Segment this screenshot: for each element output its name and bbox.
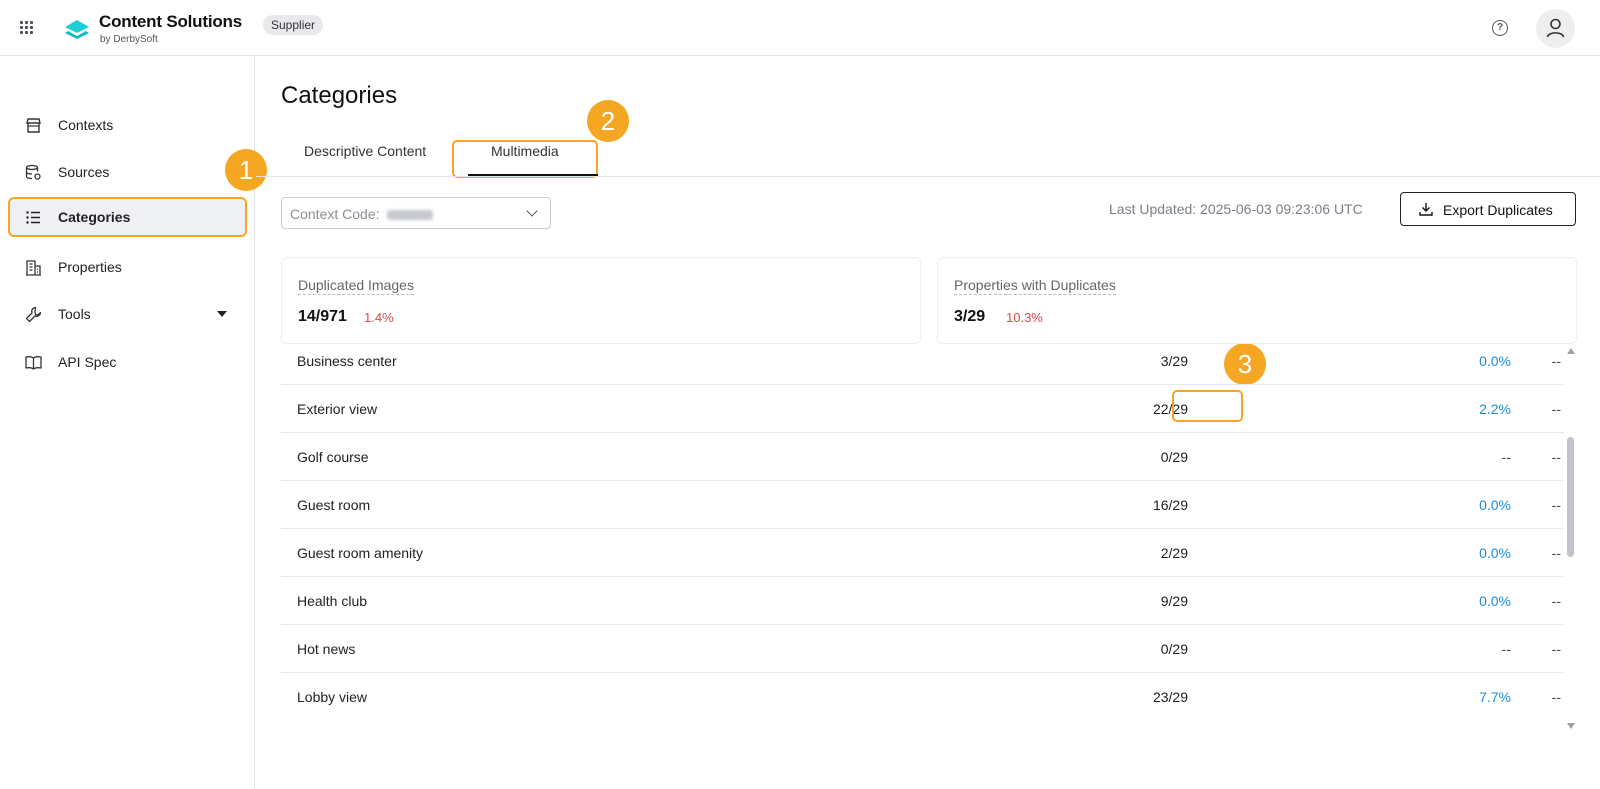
category-last-value: -- [1551, 689, 1561, 705]
category-name: Golf course [297, 449, 369, 465]
category-last-value: -- [1551, 401, 1561, 417]
content-solutions-logo-icon [65, 20, 89, 39]
context-code-label: Context Code: [290, 206, 380, 222]
stat-percent: 10.3% [1006, 310, 1043, 325]
tabs-divider [256, 176, 1600, 177]
category-ratio: 0/29 [1160, 449, 1188, 465]
table-row: Lobby view 23/29 7.7% -- [281, 673, 1564, 720]
wrench-icon [25, 306, 42, 323]
book-icon [25, 356, 42, 370]
category-ratio: 9/29 [1160, 593, 1188, 609]
context-code-value-redacted [387, 210, 434, 221]
category-last-value: -- [1551, 545, 1561, 561]
apps-grid-icon[interactable] [20, 21, 34, 35]
sidebar-item-api-spec[interactable]: API Spec [8, 342, 247, 382]
brand-subtitle: by DerbySoft [100, 34, 158, 45]
last-updated-text: Last Updated: 2025-06-03 09:23:06 UTC [1109, 201, 1363, 217]
table-row: Guest room 16/29 0.0% -- [281, 481, 1564, 529]
list-icon [26, 211, 40, 224]
category-ratio: 2/29 [1160, 545, 1188, 561]
user-avatar[interactable] [1536, 9, 1575, 48]
export-duplicates-label: Export Duplicates [1443, 202, 1553, 218]
category-name: Health club [297, 593, 368, 609]
sidebar-item-label: Contexts [58, 117, 114, 133]
category-name: Guest room amenity [297, 545, 424, 561]
download-icon [1419, 203, 1433, 216]
category-last-value: -- [1551, 593, 1561, 609]
duplicate-percent-empty: -- [1501, 449, 1511, 465]
category-last-value: -- [1551, 353, 1561, 369]
top-bar: Content Solutions by DerbySoft Supplier … [0, 0, 1600, 56]
duplicate-percent-link[interactable]: 7.7% [1479, 689, 1511, 705]
callout-badge-2: 2 [587, 100, 629, 142]
category-last-value: -- [1551, 497, 1561, 513]
duplicate-percent-link[interactable]: 0.0% [1479, 353, 1511, 369]
sidebar-item-label: API Spec [58, 354, 117, 370]
category-name: Hot news [297, 641, 356, 657]
sidebar-item-label: Sources [58, 164, 110, 180]
sidebar-item-properties[interactable]: Properties [8, 247, 247, 287]
page-title: Categories [281, 82, 398, 109]
database-settings-icon [25, 164, 41, 180]
sidebar-item-tools[interactable]: Tools [8, 294, 247, 334]
table-row: Guest room amenity 2/29 0.0% -- [281, 529, 1564, 577]
context-code-select[interactable]: Context Code: [281, 197, 551, 229]
help-icon[interactable]: ? [1492, 20, 1508, 36]
category-last-value: -- [1551, 641, 1561, 657]
stat-label: Properties with Duplicates [954, 277, 1116, 295]
table-row: Golf course 0/29 -- -- [281, 433, 1564, 481]
sidebar-item-contexts[interactable]: Contexts [8, 105, 247, 145]
scroll-down-arrow-icon[interactable] [1567, 723, 1575, 729]
percent-cell-highlight [1172, 390, 1243, 422]
category-name: Lobby view [297, 689, 368, 705]
category-ratio: 3/29 [1160, 353, 1188, 369]
chevron-down-icon [217, 311, 227, 317]
category-ratio: 23/29 [1152, 689, 1188, 705]
table-row: Hot news 0/29 -- -- [281, 625, 1564, 673]
stat-value: 3/29 [954, 308, 986, 325]
stat-value: 14/971 [298, 308, 347, 325]
table-row: Health club 9/29 0.0% -- [281, 577, 1564, 625]
tab-descriptive-content[interactable]: Descriptive Content [304, 143, 426, 159]
duplicate-percent-link[interactable]: 0.0% [1479, 545, 1511, 561]
brand-title[interactable]: Content Solutions [99, 12, 242, 32]
stat-card-duplicated-images: Duplicated Images 14/971 1.4% [281, 257, 921, 344]
duplicate-percent-empty: -- [1501, 641, 1511, 657]
table-row: Exterior view 22/29 2.2% -- [281, 385, 1564, 433]
sidebar-item-label: Tools [58, 306, 91, 322]
sidebar-item-label: Properties [58, 259, 122, 275]
tab-multimedia-highlight [452, 140, 598, 178]
building-icon [26, 260, 41, 276]
stat-percent: 1.4% [364, 310, 394, 325]
categories-table: Business center 3/29 0.0% -- Exterior vi… [281, 345, 1564, 720]
sidebar-item-categories[interactable]: Categories [8, 197, 247, 237]
stat-label: Duplicated Images [298, 277, 414, 295]
sidebar: Contexts Sources Categories Properties T… [0, 56, 255, 789]
store-icon [26, 118, 41, 133]
category-ratio: 0/29 [1160, 641, 1188, 657]
duplicate-percent-link[interactable]: 0.0% [1479, 593, 1511, 609]
table-scrollbar-thumb[interactable] [1567, 437, 1574, 557]
scroll-up-arrow-icon[interactable] [1567, 348, 1575, 354]
role-badge: Supplier [263, 15, 324, 35]
category-name: Business center [297, 353, 397, 369]
export-duplicates-button[interactable]: Export Duplicates [1400, 192, 1576, 226]
category-name: Guest room [297, 497, 371, 513]
category-ratio: 16/29 [1152, 497, 1188, 513]
duplicate-percent-link[interactable]: 0.0% [1479, 497, 1511, 513]
sidebar-item-label: Categories [58, 209, 131, 225]
user-icon [1546, 18, 1565, 38]
category-name: Exterior view [297, 401, 378, 417]
table-row: Business center 3/29 0.0% -- [281, 345, 1564, 385]
category-last-value: -- [1551, 449, 1561, 465]
duplicate-percent-link[interactable]: 2.2% [1479, 401, 1511, 417]
chevron-down-icon [526, 205, 538, 217]
stat-card-properties-with-duplicates: Properties with Duplicates 3/29 10.3% [937, 257, 1577, 344]
sidebar-item-sources[interactable]: Sources [8, 152, 247, 192]
callout-badge-1: 1 [225, 149, 267, 191]
